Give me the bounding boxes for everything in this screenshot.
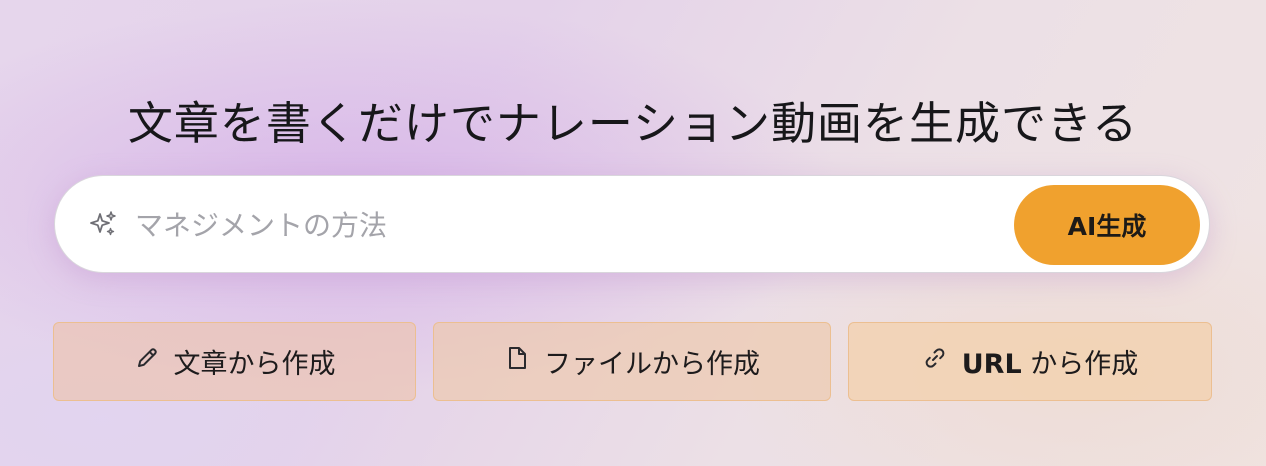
prompt-input[interactable] [135, 200, 995, 250]
create-from-file-button[interactable]: ファイルから作成 [433, 322, 831, 401]
create-from-url-button[interactable]: URL から作成 [848, 322, 1212, 401]
create-from-text-button[interactable]: 文章から作成 [53, 322, 416, 401]
create-from-url-label: URL から作成 [962, 342, 1139, 381]
pencil-icon [134, 345, 160, 378]
prompt-bar: AI生成 [54, 175, 1210, 273]
page-title: 文章を書くだけでナレーション動画を生成できる [127, 97, 1139, 151]
ai-generate-button[interactable]: AI生成 [1014, 185, 1200, 265]
sparkle-icon [88, 209, 118, 239]
file-icon [504, 345, 530, 378]
url-label-prefix: URL [961, 349, 1022, 380]
url-label-suffix: から作成 [1021, 349, 1139, 380]
link-icon [922, 345, 948, 378]
create-from-text-label: 文章から作成 [173, 349, 336, 380]
create-from-file-label: ファイルから作成 [544, 349, 760, 380]
